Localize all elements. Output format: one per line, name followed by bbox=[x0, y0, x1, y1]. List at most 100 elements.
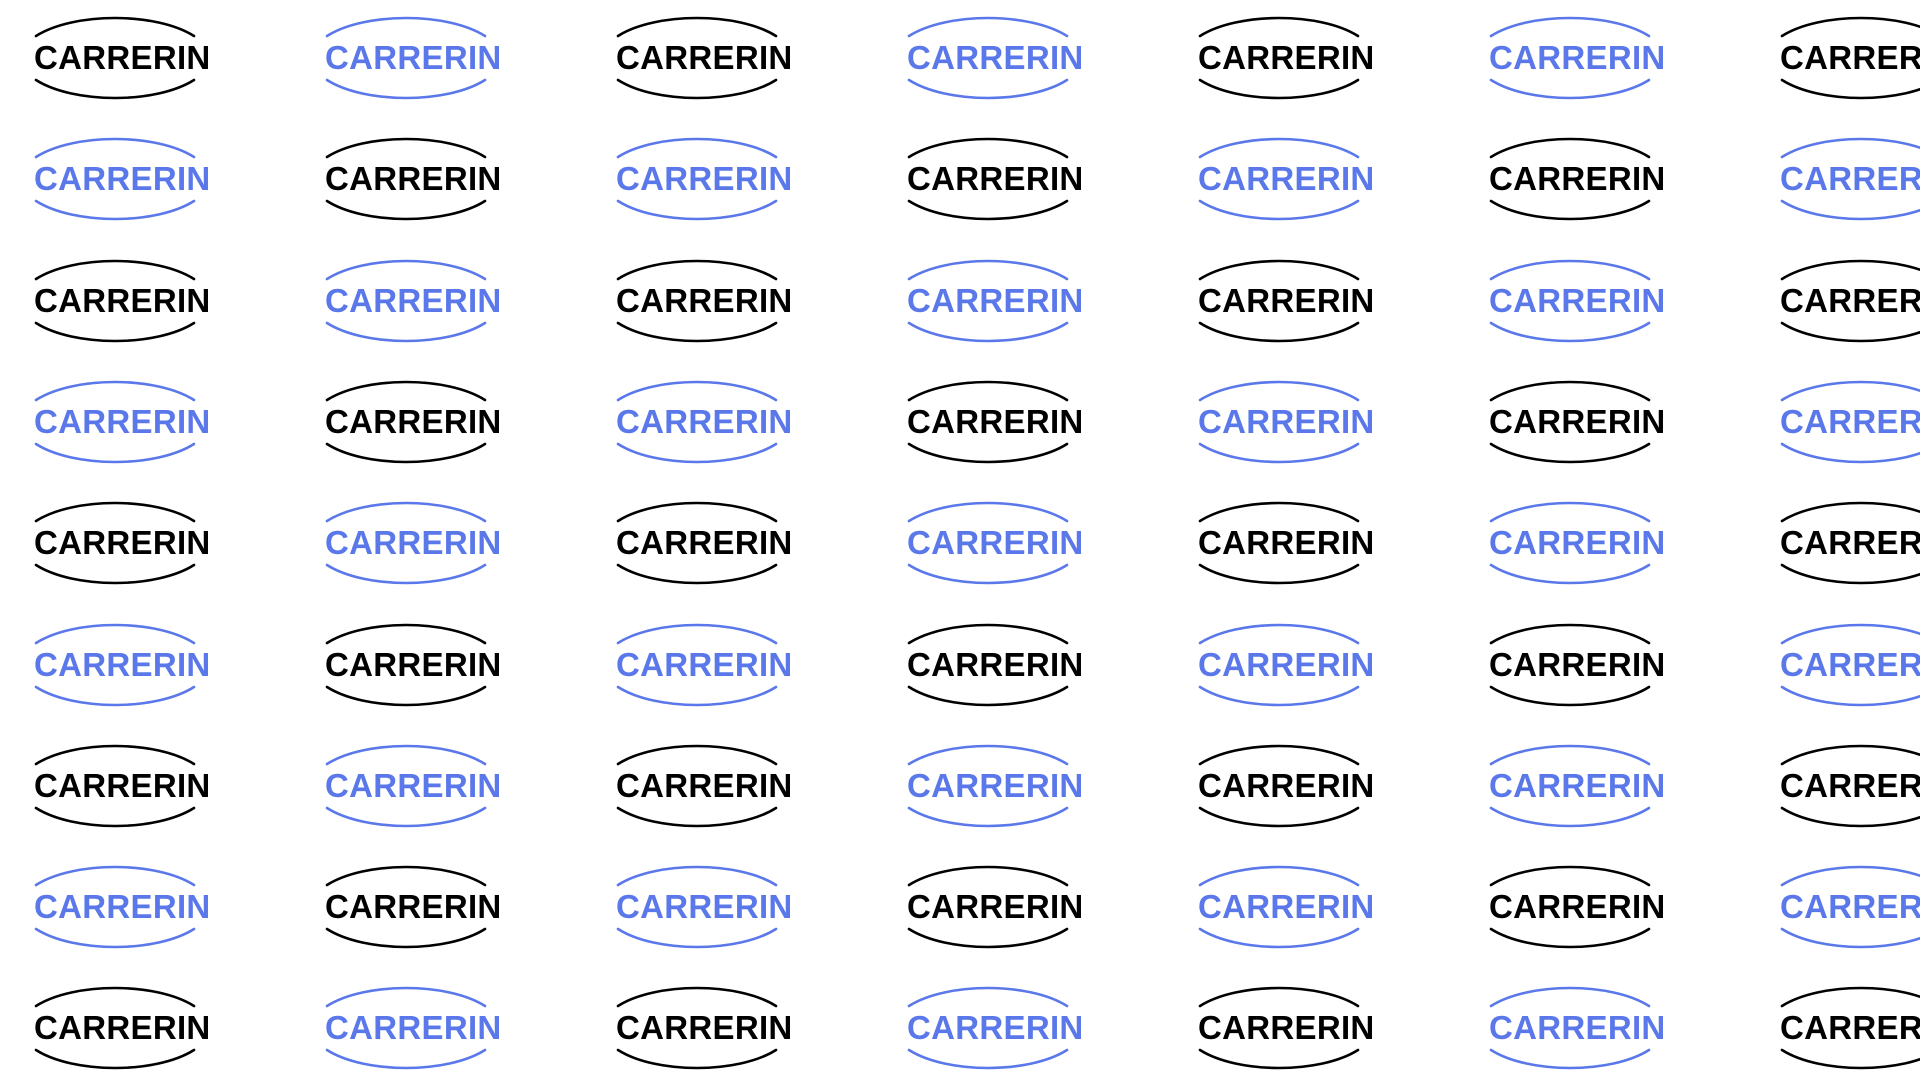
carrerin-logo: CARRERIN bbox=[1198, 986, 1374, 1070]
carrerin-logo: CARRERIN bbox=[1489, 623, 1665, 707]
carrerin-logo: CARRERIN bbox=[1198, 501, 1375, 585]
carrerin-logo: CARRERIN bbox=[616, 865, 792, 949]
logo-bottom-arc bbox=[1780, 927, 1920, 949]
carrerin-logo: CARRERIN bbox=[1780, 380, 1920, 464]
logo-wordmark: CARRERIN bbox=[907, 767, 1084, 804]
logo-wordmark: CARRERIN bbox=[325, 282, 502, 319]
logo-wordmark: CARRERIN bbox=[1489, 524, 1666, 561]
carrerin-logo: CARRERIN bbox=[1489, 865, 1666, 949]
logo-bottom-arc bbox=[907, 1048, 1069, 1070]
logo-top-arc bbox=[325, 744, 487, 766]
carrerin-logo: CARRERIN bbox=[34, 16, 211, 100]
logo-bottom-arc bbox=[616, 1048, 778, 1070]
logo-bottom-arc bbox=[1198, 78, 1360, 100]
carrerin-logo: CARRERIN bbox=[907, 865, 1083, 949]
logo-bottom-arc bbox=[1198, 199, 1360, 221]
carrerin-logo: CARRERIN bbox=[34, 380, 210, 464]
logo-wordmark: CARRERIN bbox=[1198, 888, 1375, 925]
logo-top-arc bbox=[907, 259, 1069, 281]
logo-top-arc bbox=[616, 501, 778, 523]
logo-bottom-arc bbox=[1780, 442, 1920, 464]
logo-wordmark: CARRERIN bbox=[34, 646, 211, 683]
carrerin-logo: CARRERIN bbox=[1198, 623, 1374, 707]
logo-bottom-arc bbox=[907, 563, 1069, 585]
logo-bottom-arc bbox=[325, 321, 487, 343]
logo-top-arc bbox=[907, 744, 1069, 766]
logo-top-arc bbox=[1489, 986, 1651, 1008]
logo-wordmark: CARRERIN bbox=[1780, 767, 1920, 804]
carrerin-logo: CARRERIN bbox=[1198, 259, 1375, 343]
logo-wordmark: CARRERIN bbox=[1198, 403, 1375, 440]
logo-bottom-arc bbox=[1198, 563, 1360, 585]
logo-wordmark: CARRERIN bbox=[907, 646, 1084, 683]
logo-bottom-arc bbox=[616, 685, 778, 707]
carrerin-logo: CARRERIN bbox=[1489, 259, 1665, 343]
carrerin-logo: CARRERIN bbox=[1198, 380, 1375, 464]
logo-bottom-arc bbox=[1489, 685, 1651, 707]
logo-wordmark: CARRERIN bbox=[1198, 282, 1375, 319]
carrerin-logo: CARRERIN bbox=[325, 380, 502, 464]
carrerin-logo: CARRERIN bbox=[616, 380, 792, 464]
logo-bottom-arc bbox=[34, 78, 196, 100]
logo-wordmark: CARRERIN bbox=[616, 39, 793, 76]
logo-wordmark: CARRERIN bbox=[34, 39, 211, 76]
logo-wordmark: CARRERIN bbox=[1780, 160, 1920, 197]
logo-top-arc bbox=[1198, 16, 1360, 38]
logo-top-arc bbox=[1198, 380, 1360, 402]
carrerin-logo: CARRERIN bbox=[34, 501, 210, 585]
logo-bottom-arc bbox=[907, 806, 1069, 828]
logo-top-arc bbox=[34, 623, 196, 645]
carrerin-logo: CARRERIN bbox=[325, 623, 501, 707]
logo-top-arc bbox=[907, 986, 1069, 1008]
logo-bottom-arc bbox=[1489, 78, 1651, 100]
logo-wordmark: CARRERIN bbox=[616, 1009, 793, 1046]
logo-top-arc bbox=[1489, 380, 1651, 402]
logo-bottom-arc bbox=[907, 78, 1069, 100]
logo-wordmark: CARRERIN bbox=[325, 403, 502, 440]
carrerin-logo: CARRERIN bbox=[907, 137, 1083, 221]
logo-top-arc bbox=[907, 137, 1069, 159]
logo-bottom-arc bbox=[325, 927, 487, 949]
logo-top-arc bbox=[1780, 501, 1920, 523]
logo-wordmark: CARRERIN bbox=[1489, 160, 1666, 197]
logo-top-arc bbox=[1780, 623, 1920, 645]
logo-top-arc bbox=[34, 16, 196, 38]
logo-wordmark: CARRERIN bbox=[1489, 888, 1666, 925]
logo-top-arc bbox=[325, 623, 487, 645]
logo-top-arc bbox=[616, 259, 778, 281]
logo-top-arc bbox=[1489, 623, 1651, 645]
logo-bottom-arc bbox=[1780, 685, 1920, 707]
logo-wordmark: CARRERIN bbox=[616, 646, 793, 683]
logo-bottom-arc bbox=[907, 685, 1069, 707]
logo-bottom-arc bbox=[616, 199, 778, 221]
logo-top-arc bbox=[1489, 137, 1651, 159]
logo-bottom-arc bbox=[1489, 321, 1651, 343]
logo-wordmark: CARRERIN bbox=[1198, 524, 1375, 561]
logo-bottom-arc bbox=[907, 927, 1069, 949]
logo-top-arc bbox=[1489, 259, 1651, 281]
logo-bottom-arc bbox=[34, 442, 196, 464]
logo-bottom-arc bbox=[616, 442, 778, 464]
logo-bottom-arc bbox=[1780, 806, 1920, 828]
logo-top-arc bbox=[907, 16, 1069, 38]
logo-wordmark: CARRERIN bbox=[907, 1009, 1084, 1046]
logo-top-arc bbox=[616, 137, 778, 159]
logo-wordmark: CARRERIN bbox=[1780, 39, 1920, 76]
logo-bottom-arc bbox=[907, 199, 1069, 221]
carrerin-logo: CARRERIN bbox=[1780, 501, 1920, 585]
logo-top-arc bbox=[1780, 744, 1920, 766]
logo-top-arc bbox=[325, 501, 487, 523]
logo-bottom-arc bbox=[1489, 199, 1651, 221]
carrerin-logo: CARRERIN bbox=[616, 986, 793, 1070]
carrerin-logo: CARRERIN bbox=[616, 623, 793, 707]
logo-top-arc bbox=[34, 986, 196, 1008]
logo-bottom-arc bbox=[34, 199, 196, 221]
logo-wordmark: CARRERIN bbox=[1780, 403, 1920, 440]
carrerin-logo: CARRERIN bbox=[907, 986, 1084, 1070]
logo-pattern-canvas: CARRERIN CARRERIN CARRERIN CARRERIN CARRERIN… bbox=[0, 0, 1920, 1080]
logo-top-arc bbox=[34, 137, 196, 159]
logo-top-arc bbox=[907, 380, 1069, 402]
logo-wordmark: CARRERIN bbox=[325, 160, 502, 197]
logo-top-arc bbox=[616, 986, 778, 1008]
carrerin-logo: CARRERIN bbox=[907, 744, 1084, 828]
